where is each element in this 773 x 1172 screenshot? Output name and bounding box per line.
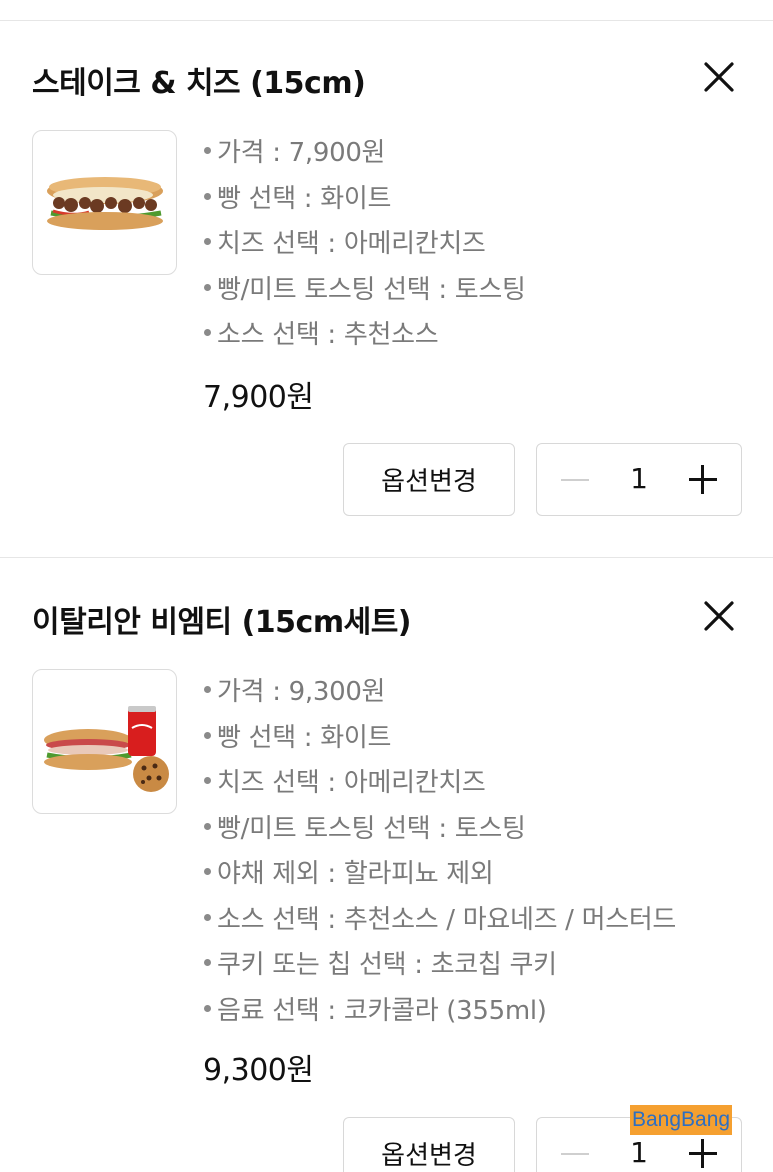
product-image-italian-bmt-set bbox=[32, 669, 177, 814]
option-line: 빵/미트 토스팅 선택 : 토스팅 bbox=[201, 265, 526, 311]
quantity-value: 1 bbox=[630, 462, 648, 495]
quantity-stepper: 1 bbox=[536, 443, 742, 516]
bullet bbox=[204, 868, 211, 876]
item-title: 스테이크 & 치즈 (15cm) bbox=[32, 66, 366, 101]
option-line: 소스 선택 : 추천소스 bbox=[201, 310, 526, 356]
option-line: 음료 선택 : 코카콜라 (355ml) bbox=[201, 986, 676, 1032]
minus-icon[interactable] bbox=[559, 464, 591, 496]
close-icon[interactable] bbox=[700, 597, 738, 635]
bullet bbox=[204, 913, 211, 921]
plus-icon[interactable] bbox=[687, 463, 719, 495]
bullet bbox=[204, 192, 211, 200]
bullet bbox=[204, 1004, 211, 1012]
item-divider bbox=[0, 557, 773, 558]
bullet bbox=[204, 777, 211, 785]
option-line: 치즈 선택 : 아메리칸치즈 bbox=[201, 219, 526, 265]
option-line: 야채 제외 : 할라피뇨 제외 bbox=[201, 849, 676, 895]
option-list: 가격 : 9,300원 빵 선택 : 화이트 치즈 선택 : 아메리칸치즈 빵/… bbox=[201, 667, 676, 1031]
item-title: 이탈리안 비엠티 (15cm세트) bbox=[32, 605, 412, 640]
option-line: 빵/미트 토스팅 선택 : 토스팅 bbox=[201, 804, 676, 850]
close-icon[interactable] bbox=[700, 58, 738, 96]
change-option-button[interactable]: 옵션변경 bbox=[343, 1117, 515, 1172]
bullet bbox=[204, 731, 211, 739]
item-price: 7,900원 bbox=[203, 380, 314, 415]
option-line: 소스 선택 : 추천소스 / 마요네즈 / 머스터드 bbox=[201, 895, 676, 941]
top-divider bbox=[0, 20, 773, 21]
option-list: 가격 : 7,900원 빵 선택 : 화이트 치즈 선택 : 아메리칸치즈 빵/… bbox=[201, 128, 526, 356]
bullet bbox=[204, 686, 211, 694]
item-price: 9,300원 bbox=[203, 1053, 314, 1088]
bullet bbox=[204, 147, 211, 155]
plus-icon[interactable] bbox=[687, 1137, 719, 1169]
bullet bbox=[204, 329, 211, 337]
option-line: 가격 : 9,300원 bbox=[201, 667, 676, 713]
option-line: 빵 선택 : 화이트 bbox=[201, 713, 676, 759]
bullet bbox=[204, 959, 211, 967]
bullet bbox=[204, 238, 211, 246]
option-line: 가격 : 7,900원 bbox=[201, 128, 526, 174]
bullet bbox=[204, 822, 211, 830]
product-image-steak-cheese bbox=[32, 130, 177, 275]
option-line: 쿠키 또는 칩 선택 : 초코칩 쿠키 bbox=[201, 940, 676, 986]
bullet bbox=[204, 283, 211, 291]
option-line: 빵 선택 : 화이트 bbox=[201, 174, 526, 220]
minus-icon[interactable] bbox=[559, 1138, 591, 1170]
option-line: 치즈 선택 : 아메리칸치즈 bbox=[201, 758, 676, 804]
watermark-label: BangBang bbox=[630, 1105, 733, 1135]
change-option-button[interactable]: 옵션변경 bbox=[343, 443, 515, 516]
